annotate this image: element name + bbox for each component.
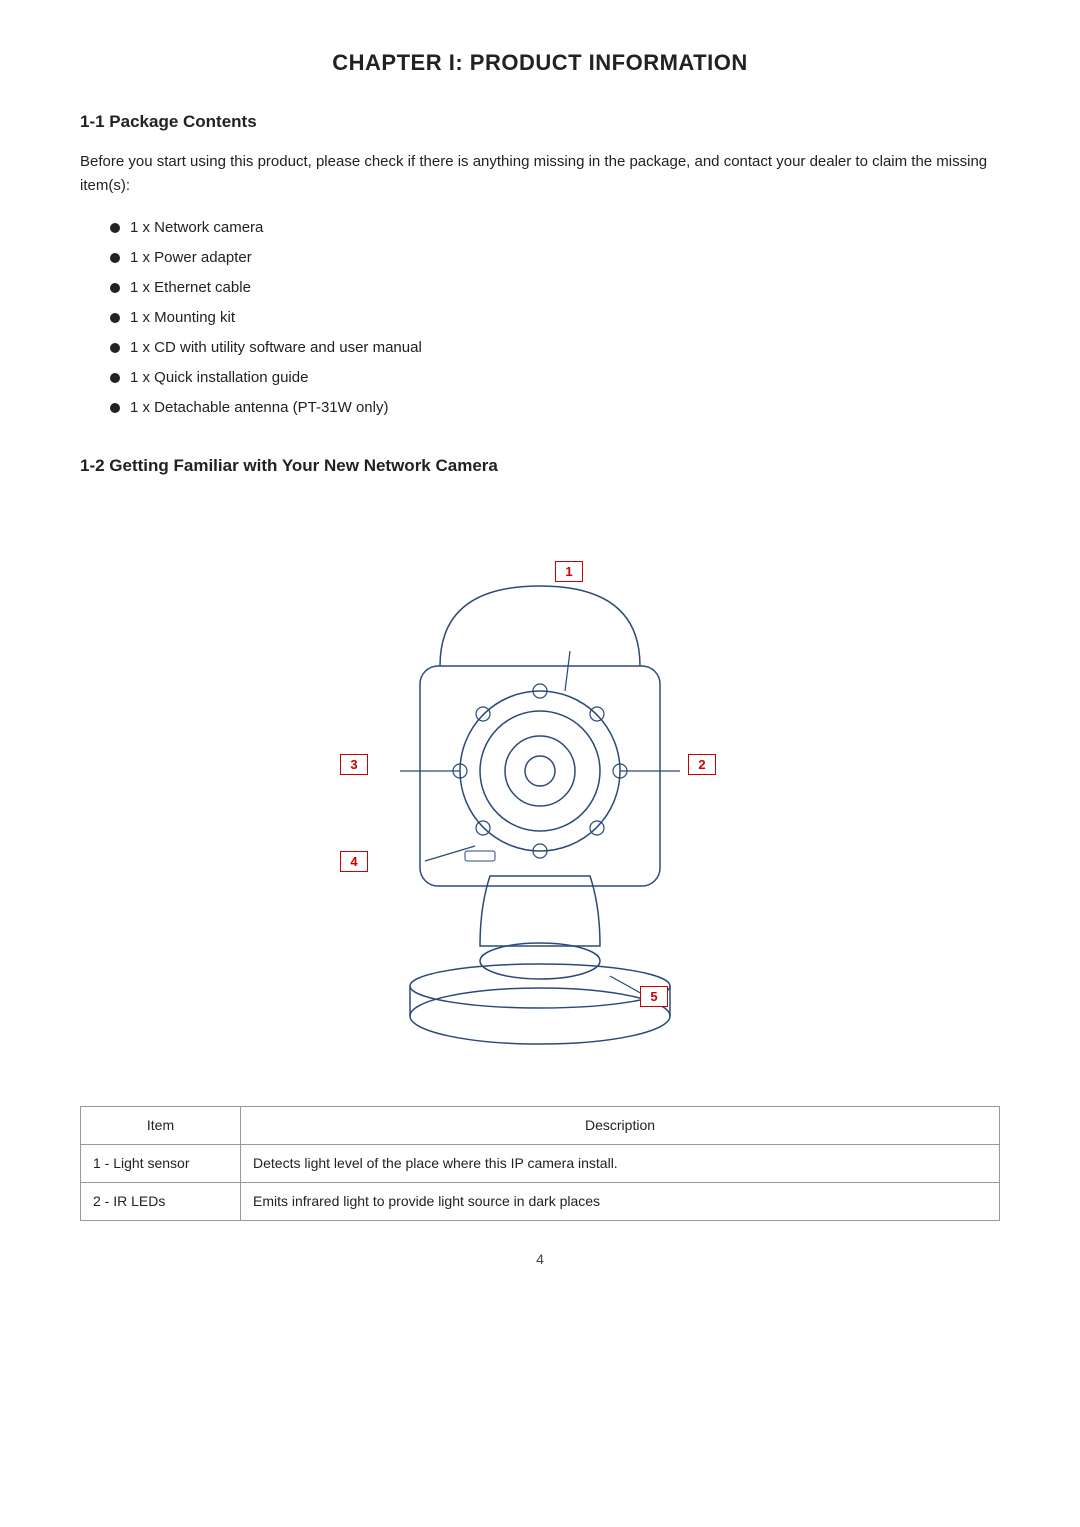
table-row: 1 - Light sensor Detects light level of …	[81, 1145, 1000, 1183]
section1-title: 1-1 Package Contents	[80, 112, 1000, 132]
callout-5: 5	[640, 986, 668, 1007]
callout-4: 4	[340, 851, 368, 872]
table-cell-description: Emits infrared light to provide light so…	[241, 1183, 1000, 1221]
camera-illustration	[280, 506, 800, 1066]
bullet-icon	[110, 223, 120, 233]
callout-2: 2	[688, 754, 716, 775]
list-item: 1 x Ethernet cable	[110, 276, 1000, 300]
table-header-item: Item	[81, 1107, 241, 1145]
callout-1: 1	[555, 561, 583, 582]
callout-3: 3	[340, 754, 368, 775]
bullet-icon	[110, 253, 120, 263]
table-cell-item: 1 - Light sensor	[81, 1145, 241, 1183]
section2-title: 1-2 Getting Familiar with Your New Netwo…	[80, 456, 1000, 476]
list-item: 1 x CD with utility software and user ma…	[110, 336, 1000, 360]
camera-diagram: 1 2 3 4 5	[80, 506, 1000, 1066]
list-item: 1 x Detachable antenna (PT-31W only)	[110, 396, 1000, 420]
components-table: Item Description 1 - Light sensor Detect…	[80, 1106, 1000, 1221]
bullet-icon	[110, 403, 120, 413]
table-cell-description: Detects light level of the place where t…	[241, 1145, 1000, 1183]
package-contents-list: 1 x Network camera 1 x Power adapter 1 x…	[110, 216, 1000, 420]
list-item: 1 x Mounting kit	[110, 306, 1000, 330]
page-number: 4	[80, 1251, 1000, 1267]
camera-svg-wrapper: 1 2 3 4 5	[280, 506, 800, 1066]
list-item: 1 x Network camera	[110, 216, 1000, 240]
list-item: 1 x Quick installation guide	[110, 366, 1000, 390]
table-header-description: Description	[241, 1107, 1000, 1145]
bullet-icon	[110, 313, 120, 323]
section1-intro: Before you start using this product, ple…	[80, 150, 1000, 198]
bullet-icon	[110, 343, 120, 353]
table-row: 2 - IR LEDs Emits infrared light to prov…	[81, 1183, 1000, 1221]
bullet-icon	[110, 283, 120, 293]
list-item: 1 x Power adapter	[110, 246, 1000, 270]
table-cell-item: 2 - IR LEDs	[81, 1183, 241, 1221]
bullet-icon	[110, 373, 120, 383]
chapter-title: CHAPTER I: PRODUCT INFORMATION	[80, 50, 1000, 76]
